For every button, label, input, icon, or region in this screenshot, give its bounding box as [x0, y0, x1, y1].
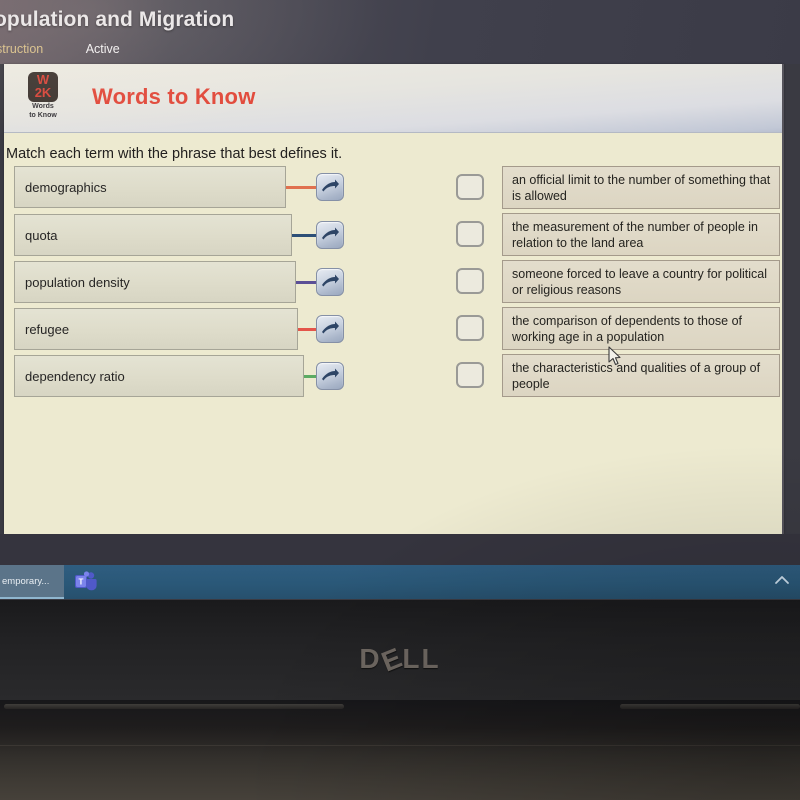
base-seam-line — [0, 745, 800, 746]
matching-exercise: demographics quota population density refug… — [4, 166, 782, 476]
app-header: opulation and Migration struction Active — [0, 0, 800, 64]
lesson-header: W 2K Words to Know Words to Know — [4, 64, 782, 133]
definition-box[interactable]: someone forced to leave a country for po… — [502, 260, 780, 303]
windows-taskbar: emporary... T — [0, 565, 800, 599]
definition-text: the characteristics and qualities of a g… — [512, 361, 761, 391]
definition-row: someone forced to leave a country for po… — [4, 260, 782, 306]
definition-row: the characteristics and qualities of a g… — [4, 354, 782, 400]
mouse-cursor — [608, 346, 621, 366]
w2k-badge: W 2K — [28, 72, 58, 102]
lesson-content-panel: W 2K Words to Know Words to Know Match e… — [4, 64, 784, 534]
w2k-caption-line2: to Know — [29, 111, 57, 119]
definition-row: the comparison of dependents to those of… — [4, 307, 782, 353]
definition-text: an official limit to the number of somet… — [512, 173, 771, 203]
w2k-caption-line1: Words — [32, 103, 54, 110]
laptop-screen: opulation and Migration struction Active… — [0, 0, 800, 600]
hinge-vent-left — [4, 704, 344, 709]
tab-instruction[interactable]: struction — [0, 42, 43, 56]
words-to-know-logo-icon: W 2K Words to Know — [24, 72, 62, 124]
definition-checkbox[interactable] — [456, 362, 484, 388]
desktop-background — [0, 534, 800, 565]
microsoft-teams-icon[interactable]: T — [72, 568, 100, 594]
definition-checkbox[interactable] — [456, 268, 484, 294]
dell-brand-logo: DELL — [0, 641, 800, 677]
taskbar-window-label: emporary... — [2, 575, 50, 587]
definition-box[interactable]: the measurement of the number of people … — [502, 213, 780, 256]
definition-row: an official limit to the number of somet… — [4, 166, 782, 212]
definition-text: someone forced to leave a country for po… — [512, 267, 767, 297]
page-title: opulation and Migration — [0, 8, 235, 31]
definition-text: the measurement of the number of people … — [512, 220, 758, 250]
laptop-base — [0, 700, 800, 800]
taskbar-window-button[interactable]: emporary... — [0, 565, 64, 599]
chevron-up-icon[interactable] — [772, 572, 792, 590]
lesson-title: Words to Know — [92, 84, 256, 109]
svg-text:T: T — [79, 578, 84, 587]
definition-box[interactable]: the comparison of dependents to those of… — [502, 307, 780, 350]
nav-tabs: struction Active — [0, 42, 120, 64]
definition-checkbox[interactable] — [456, 221, 484, 247]
definition-checkbox[interactable] — [456, 174, 484, 200]
definition-checkbox[interactable] — [456, 315, 484, 341]
definition-box[interactable]: the characteristics and qualities of a g… — [502, 354, 780, 397]
w2k-logo-caption: Words to Know — [24, 103, 62, 120]
definition-box[interactable]: an official limit to the number of somet… — [502, 166, 780, 209]
hinge-vent-right — [620, 704, 800, 709]
w2k-logo-line2: 2K — [34, 85, 52, 100]
definition-row: the measurement of the number of people … — [4, 213, 782, 259]
match-instruction: Match each term with the phrase that bes… — [6, 146, 343, 162]
definition-text: the comparison of dependents to those of… — [512, 314, 743, 344]
laptop-photo: opulation and Migration struction Active… — [0, 0, 800, 800]
tab-active[interactable]: Active — [86, 42, 120, 56]
